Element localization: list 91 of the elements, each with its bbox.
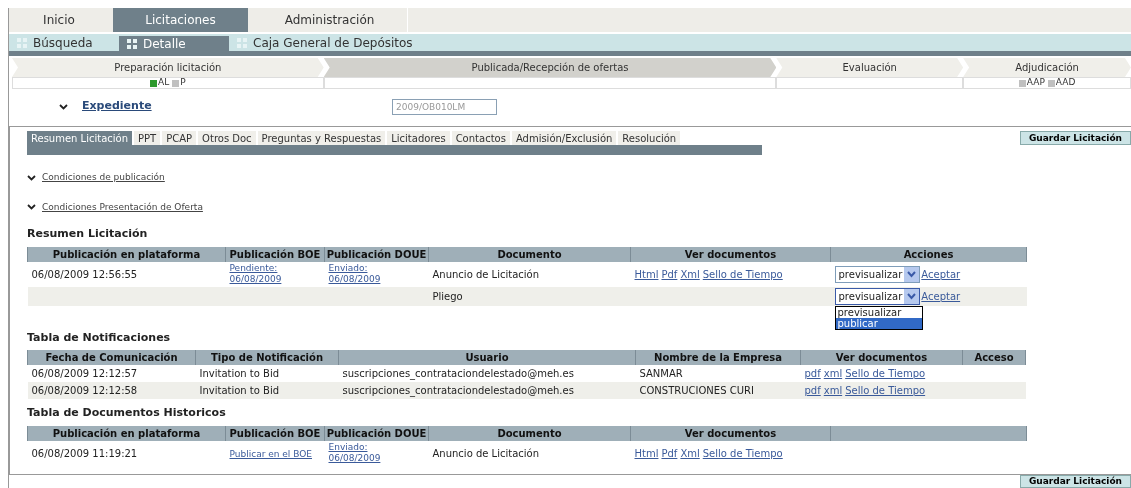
column-header: Ver documentos — [800, 350, 963, 365]
grid-dots-icon — [17, 37, 27, 48]
column-header: Publicación en plataforma — [27, 246, 226, 262]
table-cell: Anuncio de Licitación — [432, 268, 539, 280]
content-tab[interactable]: Otros Doc — [198, 131, 256, 145]
accept-link[interactable]: Aceptar — [921, 288, 961, 304]
table-link[interactable]: Enviado: 06/08/2009 — [328, 262, 381, 285]
column-header: Documento — [428, 246, 631, 262]
content-tab[interactable]: Contactos — [451, 131, 510, 145]
save-button[interactable]: Guardar Licitación — [1019, 475, 1131, 488]
document-link[interactable]: Sello de Tiempo — [845, 366, 926, 381]
table-cell: SANMAR — [639, 368, 683, 379]
document-link[interactable]: Pdf — [661, 266, 678, 282]
table-cell: CONSTRUCIONES CURI — [639, 385, 754, 396]
document-link[interactable]: Pdf — [661, 445, 678, 461]
table-link[interactable]: Publicar en el BOE — [229, 448, 312, 460]
table-cell: 06/08/2009 12:12:57 — [31, 368, 138, 379]
content-tab[interactable]: Admisión/Exclusión — [511, 131, 617, 145]
status-label: P — [180, 76, 186, 90]
sub-nav-tab[interactable]: Búsqueda — [9, 34, 119, 51]
stage-step: Adjudicación — [963, 58, 1131, 77]
table-cell: Pliego — [432, 290, 463, 302]
table-cell: 06/08/2009 12:12:58 — [31, 385, 138, 396]
chevron-down-icon — [27, 204, 36, 211]
content-tab[interactable]: PPT — [134, 131, 161, 145]
action-dropdown[interactable]: previsualizar — [834, 287, 921, 305]
chevron-down-icon — [59, 103, 68, 110]
document-link[interactable]: Xml — [680, 266, 700, 282]
table-cell: 06/08/2009 11:19:21 — [31, 447, 138, 459]
status-label: AL — [158, 76, 170, 90]
status-label: AAP — [1026, 76, 1045, 90]
table-cell: Invitation to Bid — [199, 385, 280, 396]
content-tab[interactable]: Resolución — [618, 131, 681, 145]
dropdown-option[interactable]: previsualizar — [835, 306, 922, 318]
chevron-down-icon — [27, 174, 36, 181]
status-label: AAD — [1055, 76, 1076, 90]
table-title: Tabla de Documentos Historicos — [27, 405, 226, 421]
main-nav-tab[interactable]: Inicio — [9, 8, 109, 32]
table-cell: 06/08/2009 12:56:55 — [31, 268, 138, 280]
content-tab[interactable]: Licitadores — [387, 131, 450, 145]
column-header: Fecha de Comunicación — [27, 350, 196, 365]
column-header: Acciones — [830, 246, 1027, 262]
section-link[interactable]: Condiciones de publicación — [42, 171, 165, 185]
main-nav-tab[interactable]: Administración — [252, 8, 408, 32]
document-link[interactable]: xml — [823, 383, 843, 398]
column-header: Publicación en plataforma — [27, 425, 226, 441]
stage-step: Preparación licitación — [12, 58, 324, 77]
column-header: Tipo de Notificación — [195, 350, 339, 365]
document-link[interactable]: Sello de Tiempo — [702, 266, 783, 282]
column-header: Nombre de la Empresa — [635, 350, 801, 365]
content-tab[interactable]: Preguntas y Respuestas — [257, 131, 386, 145]
table-title: Resumen Licitación — [27, 226, 148, 242]
stage-step: Evaluación — [776, 58, 964, 77]
document-link[interactable]: xml — [823, 366, 843, 381]
table-link[interactable]: Pendiente: 06/08/2009 — [229, 262, 282, 285]
grid-dots-icon — [237, 37, 247, 48]
column-header: Documento — [428, 425, 631, 441]
save-button[interactable]: Guardar Licitación — [1019, 131, 1131, 145]
document-link[interactable]: pdf — [804, 366, 821, 381]
accept-link[interactable]: Aceptar — [921, 266, 961, 282]
document-link[interactable]: pdf — [804, 383, 821, 398]
column-header: Acceso — [962, 350, 1026, 365]
table-title: Tabla de Notificaciones — [27, 329, 171, 346]
stage-step: Publicada/Recepción de ofertas — [323, 58, 777, 77]
grid-dots-icon — [127, 38, 137, 49]
column-header: Publicación DOUE — [324, 425, 429, 441]
content-tab[interactable]: PCAP — [162, 131, 197, 145]
sub-nav-tab[interactable]: Caja General de Depósitos — [229, 34, 419, 51]
document-link[interactable]: Sello de Tiempo — [702, 445, 783, 461]
table-cell: Anuncio de Licitación — [432, 447, 539, 459]
column-header: Ver documentos — [630, 246, 831, 262]
column-header: Publicación BOE — [225, 425, 325, 441]
table-link[interactable]: Enviado: 06/08/2009 — [328, 441, 381, 464]
table-cell: suscripciones_contrataciondelestado@meh.es — [342, 385, 574, 396]
dropdown-option[interactable]: publicar — [835, 317, 922, 329]
column-header: Publicación DOUE — [324, 246, 429, 262]
main-nav-tab[interactable]: Licitaciones — [113, 8, 248, 32]
content-tab[interactable]: Resumen Licitación — [27, 131, 133, 145]
document-link[interactable]: Xml — [680, 445, 700, 461]
document-link[interactable]: Html — [634, 445, 659, 461]
document-link[interactable]: Sello de Tiempo — [845, 383, 926, 398]
expediente-link[interactable]: Expediente — [82, 98, 392, 115]
table-cell: suscripciones_contrataciondelestado@meh.es — [342, 368, 574, 379]
action-dropdown[interactable]: previsualizar — [834, 265, 921, 283]
table-cell: Invitation to Bid — [199, 368, 280, 379]
column-header: Publicación BOE — [225, 246, 325, 262]
document-link[interactable]: Html — [634, 266, 659, 282]
column-header: Ver documentos — [630, 425, 831, 441]
sub-nav-tab[interactable]: Detalle — [119, 36, 229, 51]
column-header: Usuario — [338, 350, 636, 365]
section-link[interactable]: Condiciones Presentación de Oferta — [42, 200, 203, 214]
